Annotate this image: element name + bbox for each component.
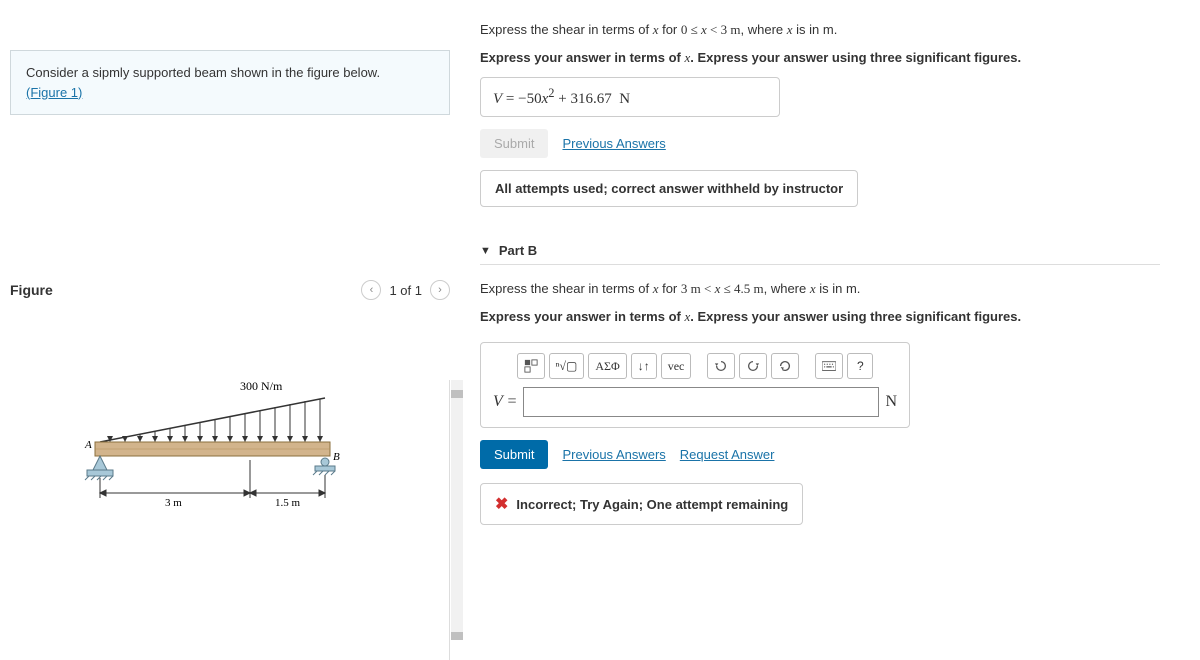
partb-prompt2: Express your answer in terms of x. Expre… xyxy=(480,307,1160,327)
parta-answer-display: V = −50x2 + 316.67 N xyxy=(480,77,780,117)
figure-scrollbar[interactable] xyxy=(451,380,463,640)
partb-request-answer-link[interactable]: Request Answer xyxy=(680,447,775,462)
dim1-label: 3 m xyxy=(165,497,182,509)
point-a-label: A xyxy=(84,439,92,451)
toolbar-sqrt-button[interactable]: ⁿ√▢ xyxy=(549,353,585,379)
toolbar-reset-button[interactable] xyxy=(771,353,799,379)
point-b-label: B xyxy=(333,451,340,463)
parta-previous-answers-link[interactable]: Previous Answers xyxy=(562,136,665,151)
partb-incorrect-text: Incorrect; Try Again; One attempt remain… xyxy=(516,497,788,512)
toolbar-vec-button[interactable]: vec xyxy=(661,353,692,379)
partb-incorrect-box: ✖ Incorrect; Try Again; One attempt rema… xyxy=(480,483,803,525)
parta-submit-button: Submit xyxy=(480,129,548,158)
dim2-label: 1.5 m xyxy=(275,497,301,509)
figure-prev-button[interactable]: ‹ xyxy=(361,280,381,300)
beam-diagram: 300 N/m A B xyxy=(65,380,355,520)
partb-prompt1: Express the shear in terms of x for 3 m … xyxy=(480,279,1160,299)
intro-box: Consider a sipmly supported beam shown i… xyxy=(10,50,450,115)
partb-submit-button[interactable]: Submit xyxy=(480,440,548,469)
figure-heading: Figure xyxy=(10,282,53,298)
collapse-icon: ▼ xyxy=(480,245,491,257)
parta-status-box: All attempts used; correct answer withhe… xyxy=(480,170,858,207)
toolbar-greek-button[interactable]: ΑΣΦ xyxy=(588,353,626,379)
parta-prompt1: Express the shear in terms of x for 0 ≤ … xyxy=(480,20,1160,40)
intro-text: Consider a sipmly supported beam shown i… xyxy=(26,65,380,80)
toolbar-templates-button[interactable] xyxy=(517,353,545,379)
figure-link[interactable]: (Figure 1) xyxy=(26,85,82,100)
partb-input-panel: ⁿ√▢ ΑΣΦ ↓↑ vec ? xyxy=(480,342,910,428)
parta-prompt2: Express your answer in terms of x. Expre… xyxy=(480,48,1160,68)
toolbar-help-button[interactable]: ? xyxy=(847,353,873,379)
figure-panel: 300 N/m A B xyxy=(10,380,450,660)
partb-input-prefix: V = xyxy=(493,393,517,411)
load-label: 300 N/m xyxy=(240,380,283,393)
figure-nav-text: 1 of 1 xyxy=(389,283,422,298)
partb-header[interactable]: ▼ Part B xyxy=(480,243,1160,258)
partb-title: Part B xyxy=(499,243,537,258)
toolbar-keyboard-button[interactable] xyxy=(815,353,843,379)
toolbar-undo-button[interactable] xyxy=(707,353,735,379)
partb-previous-answers-link[interactable]: Previous Answers xyxy=(562,447,665,462)
partb-unit-label: N xyxy=(885,393,897,411)
figure-next-button[interactable]: › xyxy=(430,280,450,300)
x-icon: ✖ xyxy=(495,494,508,514)
toolbar-redo-button[interactable] xyxy=(739,353,767,379)
toolbar-subscript-button[interactable]: ↓↑ xyxy=(631,353,657,379)
partb-answer-input[interactable] xyxy=(523,387,879,417)
